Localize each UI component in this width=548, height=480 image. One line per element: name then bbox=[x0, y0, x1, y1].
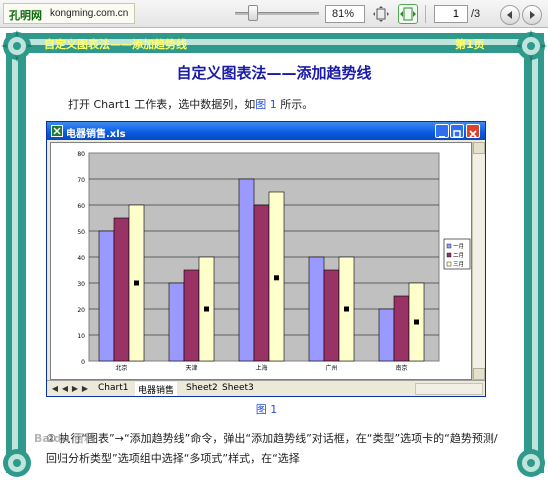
bar-一月 bbox=[168, 282, 185, 362]
zoom-slider-thumb[interactable] bbox=[248, 5, 259, 21]
y-tick-label: 50 bbox=[77, 229, 85, 236]
figure-1-link[interactable]: 图 1 bbox=[255, 98, 277, 111]
chart-sheet: 0 10 20 30 40 50 60 70 80 北京 天津 上海 广州 南京 一月二月三月 bbox=[50, 142, 472, 380]
running-header-page: 第1页 bbox=[455, 38, 485, 51]
bar-二月 bbox=[393, 295, 410, 362]
fit-page-icon[interactable] bbox=[371, 4, 391, 24]
close-icon[interactable] bbox=[466, 124, 480, 138]
tab-next-icon[interactable]: ▶ bbox=[70, 383, 80, 394]
trend-marker bbox=[414, 319, 419, 325]
paragraph-2: ② 执行“图表”→“添加趋势线”命令，弹出“添加趋势线”对话框，在“类型”选项卡… bbox=[46, 432, 498, 465]
legend-label: 三月 bbox=[453, 261, 464, 268]
baidu-watermark: Baidu 百科 bbox=[34, 432, 96, 445]
paragraph-1-suffix: 所示。 bbox=[276, 98, 314, 111]
tab-last-icon[interactable]: ▶ bbox=[80, 383, 90, 394]
scroll-down-icon[interactable] bbox=[473, 368, 485, 380]
y-tick-label: 30 bbox=[77, 281, 85, 288]
y-tick-label: 70 bbox=[77, 177, 85, 184]
column-chart[interactable]: 0 10 20 30 40 50 60 70 80 北京 天津 上海 广州 南京 一月二月三月 bbox=[51, 143, 473, 381]
toolbar-separator bbox=[425, 5, 426, 23]
brand-logo[interactable]: 孔明网 kongming.com.cn bbox=[3, 3, 135, 24]
trend-marker bbox=[274, 275, 279, 281]
x-tick-label: 天津 bbox=[185, 365, 197, 372]
bar-一月 bbox=[378, 308, 395, 362]
trend-marker bbox=[134, 280, 139, 286]
maximize-icon[interactable] bbox=[450, 124, 464, 138]
bar-一月 bbox=[98, 230, 115, 362]
tab-prev-icon[interactable]: ◀ bbox=[60, 383, 70, 394]
sheet-tab[interactable]: Sheet3 bbox=[219, 382, 257, 396]
sheet-tab[interactable]: Chart1 bbox=[95, 382, 131, 396]
sheet-tabs-bar: ◀ ◀ ▶ ▶ Chart1 电器销售 Sheet2 Sheet3 bbox=[47, 380, 485, 396]
excel-window-title: 电器销售.xls bbox=[66, 129, 126, 140]
x-tick-label: 南京 bbox=[395, 364, 407, 372]
y-tick-label: 40 bbox=[77, 255, 85, 262]
minimize-icon[interactable] bbox=[435, 124, 449, 138]
paragraph-1: 打开 Chart1 工作表，选中数据列，如图 1 所示。 bbox=[68, 96, 313, 112]
brand-name: 孔明网 bbox=[9, 9, 42, 22]
bar-一月 bbox=[308, 256, 325, 362]
y-tick-label: 10 bbox=[77, 333, 85, 340]
excel-title-bar[interactable]: 电器销售.xls bbox=[47, 122, 485, 140]
running-header-title: 自定义图表法——添加趋势线 bbox=[44, 38, 187, 51]
sheet-tab-active[interactable]: 电器销售 bbox=[135, 382, 178, 396]
x-tick-label: 北京 bbox=[115, 364, 127, 372]
tab-first-icon[interactable]: ◀ bbox=[50, 383, 60, 394]
vertical-scrollbar[interactable] bbox=[472, 142, 485, 380]
figure-caption: 图 1 bbox=[255, 403, 278, 416]
legend-swatch bbox=[446, 252, 452, 258]
legend-label: 二月 bbox=[453, 252, 464, 259]
x-tick-label: 上海 bbox=[255, 364, 267, 372]
bar-二月 bbox=[253, 204, 270, 362]
bar-二月 bbox=[113, 217, 130, 362]
bar-二月 bbox=[183, 269, 200, 362]
corner-ornament-icon bbox=[1, 30, 33, 62]
x-tick-label: 广州 bbox=[325, 364, 337, 372]
y-tick-label: 80 bbox=[77, 151, 85, 158]
page-number-input[interactable]: 1 bbox=[434, 5, 468, 23]
fit-width-icon[interactable] bbox=[398, 4, 418, 24]
next-page-icon[interactable] bbox=[522, 5, 542, 25]
corner-ornament-icon bbox=[3, 449, 31, 477]
brand-url: kongming.com.cn bbox=[50, 8, 129, 19]
prev-page-icon[interactable] bbox=[500, 5, 520, 25]
viewer-toolbar: 孔明网 kongming.com.cn 81% 1 /3 bbox=[0, 0, 548, 28]
zoom-input[interactable]: 81% bbox=[325, 5, 365, 23]
scroll-up-icon[interactable] bbox=[473, 142, 485, 154]
legend-swatch bbox=[446, 243, 452, 249]
excel-window: 电器销售.xls 0 10 20 30 40 50 60 70 80 北京 天津 上海 广州 南京 一月二月… bbox=[46, 121, 486, 397]
page-total: /3 bbox=[471, 8, 481, 20]
legend-label: 一月 bbox=[453, 243, 464, 250]
corner-ornament-icon bbox=[515, 30, 547, 62]
excel-app-icon bbox=[51, 125, 63, 137]
y-tick-label: 0 bbox=[81, 359, 85, 366]
horizontal-scrollbar[interactable] bbox=[415, 383, 483, 395]
legend-swatch bbox=[446, 261, 452, 267]
bar-一月 bbox=[238, 178, 255, 362]
trend-marker bbox=[344, 306, 349, 312]
bar-二月 bbox=[323, 269, 340, 362]
y-tick-label: 20 bbox=[77, 307, 85, 314]
y-tick-label: 60 bbox=[77, 203, 85, 210]
page-title: 自定义图表法——添加趋势线 bbox=[176, 64, 372, 82]
trend-marker bbox=[204, 306, 209, 312]
corner-ornament-icon bbox=[517, 449, 545, 477]
sheet-tab[interactable]: Sheet2 bbox=[183, 382, 221, 396]
paragraph-1-prefix: 打开 Chart1 工作表，选中数据列，如 bbox=[68, 98, 256, 111]
